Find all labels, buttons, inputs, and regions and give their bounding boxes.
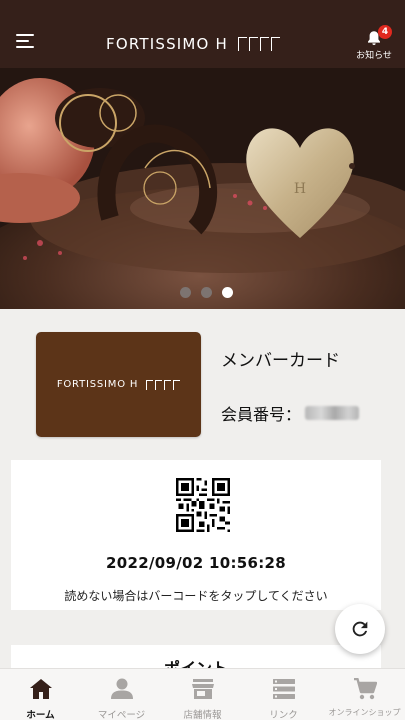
qr-hint-text: 読めない場合はバーコードをタップしてください (64, 589, 328, 603)
nav-item-online-shop[interactable]: オンラインショップ (324, 669, 405, 720)
svg-text:H: H (294, 181, 306, 197)
brand-logo: FORTISSIMO H (106, 33, 281, 55)
app-header: FORTISSIMO H 4 お知らせ (0, 0, 405, 68)
member-number: 会員番号： (221, 401, 360, 425)
chocolate-cake-image: H (0, 68, 405, 309)
member-card-image: FORTISSIMO H (36, 332, 201, 437)
nav-item-mypage[interactable]: マイページ (81, 669, 162, 720)
list-icon (273, 679, 295, 699)
member-card-title: メンバーカード (221, 351, 340, 371)
carousel-dot-active[interactable] (222, 287, 233, 298)
nav-label-online-shop: オンラインショップ (328, 708, 401, 717)
qr-code[interactable] (176, 478, 230, 532)
user-icon (111, 678, 133, 699)
card-brand-mark-icon (146, 379, 181, 390)
nav-item-home[interactable]: ホーム (0, 669, 81, 720)
notifications-button[interactable]: 4 お知らせ (354, 24, 394, 64)
nav-item-link[interactable]: リンク (243, 669, 324, 720)
home-icon (30, 679, 52, 699)
notification-count-badge: 4 (378, 25, 392, 39)
notifications-label: お知らせ (356, 51, 392, 61)
carousel-dot[interactable] (180, 287, 191, 298)
carousel-dot[interactable] (201, 287, 212, 298)
carousel-indicator[interactable] (180, 287, 233, 298)
nav-label-home: ホーム (26, 710, 55, 720)
nav-label-store: 店舗情報 (183, 710, 222, 720)
card-brand-name: FORTISSIMO H (56, 379, 139, 390)
store-icon (192, 679, 214, 699)
nav-item-store[interactable]: 店舗情報 (162, 669, 243, 720)
member-number-value-redacted (305, 406, 360, 420)
refresh-icon (352, 621, 368, 637)
member-number-label: 会員番号： (221, 405, 302, 424)
brand-name: FORTISSIMO H (106, 35, 229, 53)
hero-carousel[interactable]: H (0, 68, 405, 309)
cart-icon (354, 678, 377, 700)
brand-mark-icon (238, 37, 281, 51)
bottom-navigation: ホーム マイページ 店舗情報 リンク オンラインショップ (0, 668, 405, 720)
hamburger-icon[interactable] (16, 34, 36, 50)
qr-code-panel[interactable]: 2022/09/02 10:56:28 読めない場合はバーコードをタップしてくだ… (11, 460, 381, 610)
qr-timestamp: 2022/09/02 10:56:28 (106, 554, 286, 572)
nav-label-link: リンク (269, 710, 298, 720)
refresh-button[interactable] (335, 604, 385, 654)
nav-label-mypage: マイページ (97, 710, 146, 720)
